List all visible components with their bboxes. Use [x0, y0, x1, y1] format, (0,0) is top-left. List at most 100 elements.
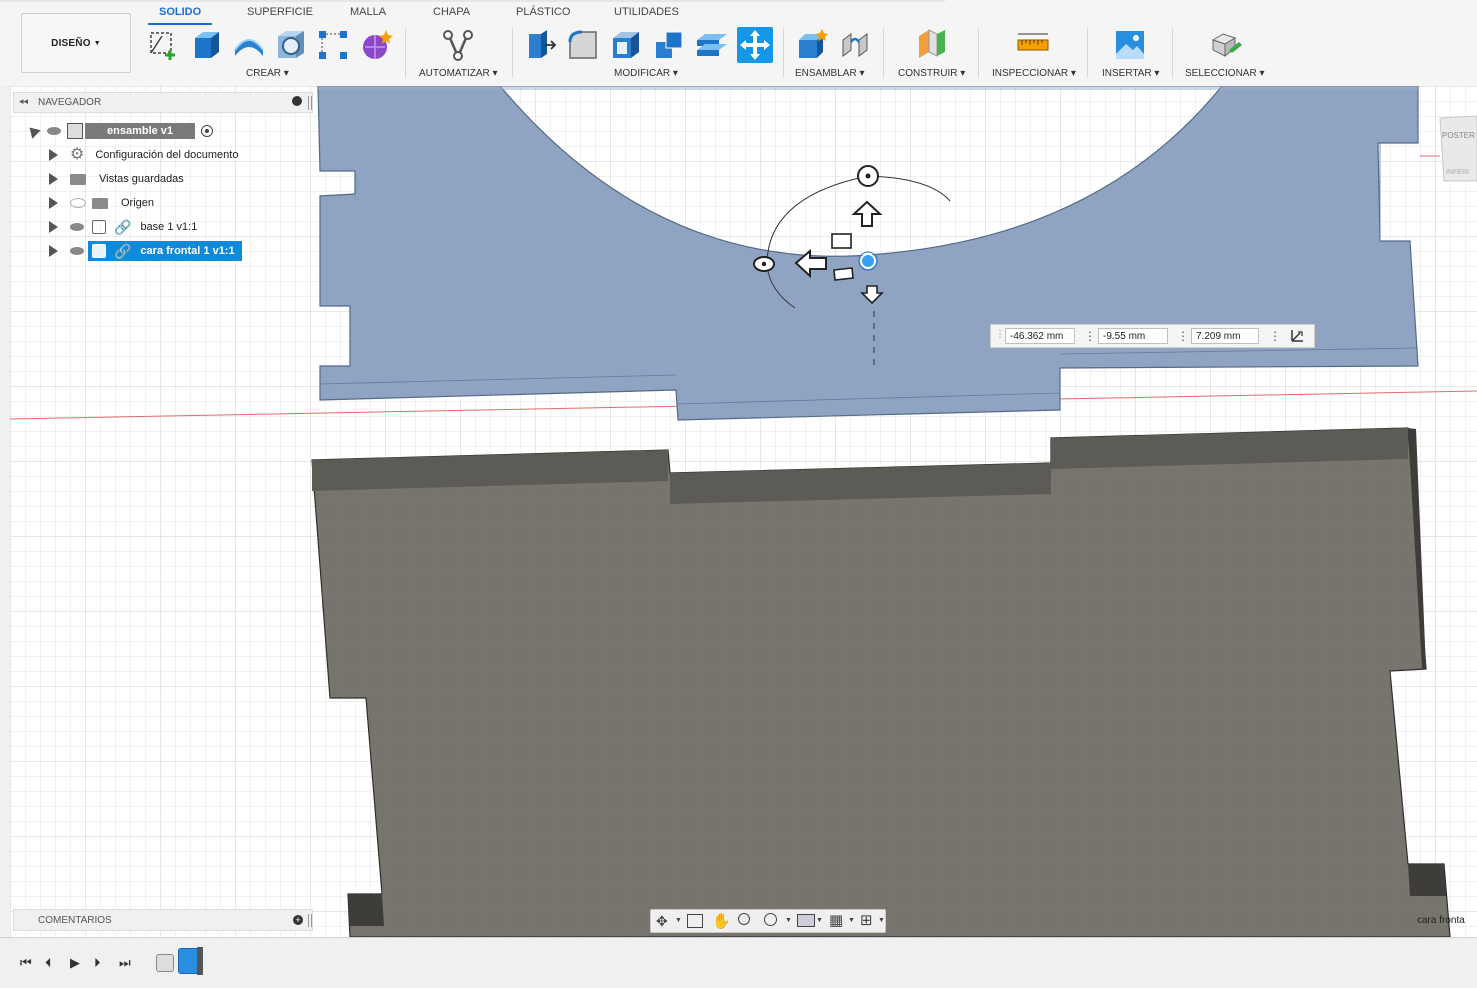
create-form-icon[interactable] [358, 27, 394, 63]
tree-label-config[interactable]: Configuración del documento [88, 147, 245, 163]
comments-panel: COMENTARIOS + [13, 909, 313, 931]
tree-row-base[interactable]: 🔗 base 1 v1:1 [49, 217, 204, 237]
body-base[interactable] [311, 427, 1451, 937]
chevron-down-icon[interactable]: ▼ [785, 917, 792, 924]
revolve-icon[interactable] [231, 27, 267, 63]
visibility-eye-icon[interactable] [47, 127, 61, 135]
chevron-down-icon[interactable]: ▼ [816, 917, 823, 924]
y-distance-input[interactable]: -9.55 mm [1098, 328, 1168, 344]
group-automatizar[interactable]: AUTOMATIZAR ▾ [419, 68, 498, 79]
timeline-marker-icon[interactable] [197, 947, 203, 975]
play-icon[interactable]: ▶ [70, 955, 80, 971]
origin-point-handle[interactable] [860, 253, 876, 269]
x-distance-input[interactable]: -46.362 mm [1005, 328, 1075, 344]
hidden-eye-icon[interactable] [70, 198, 86, 208]
tree-row-origin[interactable]: Origen [49, 193, 161, 213]
group-ensamblar[interactable]: ENSAMBLAR ▾ [795, 68, 865, 79]
expand-triangle-icon[interactable] [49, 197, 58, 209]
tree-label-origin[interactable]: Origen [114, 195, 161, 211]
pan-hand-icon[interactable]: ✋ [712, 912, 731, 930]
tree-label-root[interactable]: ensamble v1 [85, 123, 196, 139]
timeline-feature-icon[interactable] [156, 954, 174, 972]
tab-superficie[interactable]: SUPERFICIE [247, 6, 313, 18]
expand-triangle-icon[interactable] [49, 173, 58, 185]
activate-radio-icon[interactable] [201, 125, 214, 137]
viewports-icon[interactable]: ⊞ [860, 913, 873, 928]
orbit-icon[interactable]: ✥ [656, 913, 668, 930]
plane-handle-1[interactable] [831, 233, 852, 249]
go-to-start-icon[interactable]: ⏮ [20, 955, 32, 971]
collapse-panel-icon[interactable]: ◂◂ [19, 96, 28, 107]
z-distance-input[interactable]: 7.209 mm [1191, 328, 1259, 344]
select-icon[interactable] [1208, 27, 1244, 63]
shell-icon[interactable] [608, 27, 644, 63]
measure-icon[interactable] [1015, 27, 1051, 63]
zoom-window-icon[interactable] [764, 913, 777, 926]
expand-triangle-icon[interactable] [49, 149, 58, 161]
joint-icon[interactable] [838, 27, 874, 63]
insert-image-icon[interactable] [1112, 27, 1148, 63]
component-icon [92, 220, 106, 234]
group-crear[interactable]: CREAR ▾ [246, 68, 289, 79]
zoom-icon[interactable] [738, 913, 750, 925]
expand-triangle-icon[interactable] [49, 245, 58, 257]
display-settings-icon[interactable] [797, 914, 815, 927]
chevron-down-icon[interactable]: ▼ [848, 917, 855, 924]
options-icon[interactable]: ⋮ [1084, 329, 1096, 343]
group-insertar[interactable]: INSERTAR ▾ [1102, 68, 1159, 79]
fillet-icon[interactable] [565, 27, 601, 63]
combine-icon[interactable] [651, 27, 687, 63]
grid-settings-icon[interactable]: ▦ [829, 913, 843, 928]
tab-plastico[interactable]: PLÁSTICO [516, 6, 570, 18]
expand-triangle-icon[interactable] [49, 221, 58, 233]
group-construir[interactable]: CONSTRUIR ▾ [898, 68, 965, 79]
workspace-switcher[interactable]: DISEÑO ▼ [21, 13, 131, 73]
offset-face-icon[interactable] [694, 27, 730, 63]
coordinate-system-icon[interactable] [1289, 328, 1305, 347]
tab-malla[interactable]: MALLA [350, 6, 386, 18]
extrude-icon[interactable] [188, 27, 224, 63]
tree-label-views[interactable]: Vistas guardadas [92, 171, 191, 187]
tree-row-cara-frontal[interactable]: 🔗 cara frontal 1 v1:1 [49, 241, 242, 261]
grip-icon: ⋮ [995, 329, 1005, 340]
visibility-eye-icon[interactable] [70, 247, 84, 255]
hole-icon[interactable] [273, 27, 309, 63]
create-sketch-icon[interactable] [145, 27, 181, 63]
tree-label-base[interactable]: base 1 v1:1 [133, 219, 204, 235]
options-icon[interactable]: ⋮ [1177, 329, 1189, 343]
options-icon[interactable]: ⋮ [1269, 329, 1281, 343]
toolbar-separator [512, 28, 513, 78]
chevron-down-icon[interactable]: ▼ [878, 917, 885, 924]
add-comment-icon[interactable]: + [293, 915, 303, 925]
top-strip [0, 0, 945, 2]
collapse-triangle-icon[interactable] [25, 123, 41, 139]
new-component-icon[interactable] [794, 27, 830, 63]
assembly-icon [67, 123, 83, 139]
construct-plane-icon[interactable] [914, 27, 950, 63]
pattern-icon[interactable] [315, 27, 351, 63]
step-back-icon[interactable]: ⏴ [45, 955, 52, 971]
look-at-icon[interactable] [687, 914, 703, 928]
automate-icon[interactable] [440, 27, 476, 63]
press-pull-icon[interactable] [522, 27, 558, 63]
tab-utilidades[interactable]: UTILIDADES [614, 6, 679, 18]
go-to-end-icon[interactable]: ⏭ [119, 955, 131, 971]
group-inspeccionar[interactable]: INSPECCIONAR ▾ [992, 68, 1076, 79]
tab-solido[interactable]: SOLIDO [159, 6, 201, 18]
tree-row-views[interactable]: Vistas guardadas [49, 169, 191, 189]
group-seleccionar[interactable]: SELECCIONAR ▾ [1185, 68, 1265, 79]
tree-row-root[interactable]: ensamble v1 [25, 121, 214, 141]
tab-chapa[interactable]: CHAPA [433, 6, 470, 18]
tree-label-cara-frontal[interactable]: cara frontal 1 v1:1 [133, 243, 242, 259]
step-forward-icon[interactable]: ⏵ [94, 955, 101, 971]
move-copy-icon[interactable] [737, 27, 773, 63]
panel-grip-icon[interactable] [308, 914, 312, 927]
chevron-down-icon[interactable]: ▼ [675, 917, 682, 924]
plane-handle-2[interactable] [833, 267, 854, 281]
selected-row-highlight: 🔗 cara frontal 1 v1:1 [88, 241, 242, 261]
panel-grip-icon[interactable] [308, 96, 312, 110]
visibility-eye-icon[interactable] [70, 223, 84, 231]
minimize-icon[interactable] [292, 96, 302, 106]
group-modificar[interactable]: MODIFICAR ▾ [614, 68, 678, 79]
tree-row-config[interactable]: ⚙ Configuración del documento [49, 145, 245, 165]
